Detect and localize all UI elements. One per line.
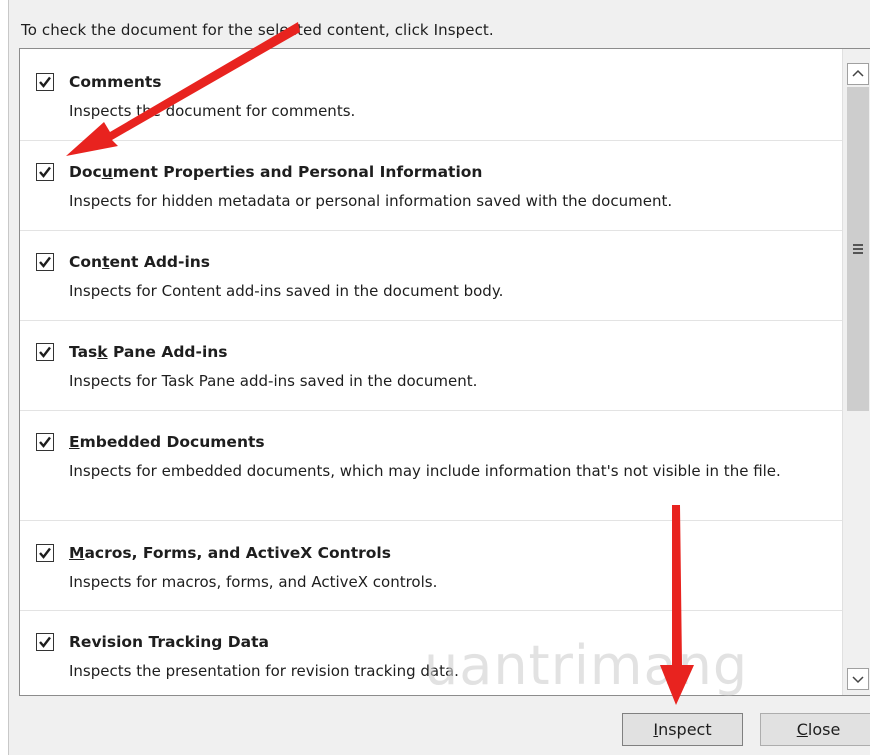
check-icon — [39, 636, 51, 648]
embedded-documents-checkbox[interactable] — [36, 433, 54, 451]
inspect-button[interactable]: Inspect — [622, 713, 743, 746]
list-item-content-addins: Content Add-ins Inspects for Content add… — [20, 231, 842, 321]
macros-checkbox[interactable] — [36, 544, 54, 562]
scroll-down-button[interactable] — [847, 668, 869, 690]
item-title: Macros, Forms, and ActiveX Controls — [69, 544, 391, 562]
content-addins-checkbox[interactable] — [36, 253, 54, 271]
document-properties-checkbox[interactable] — [36, 163, 54, 181]
chevron-down-icon — [852, 676, 864, 684]
list-item-macros: Macros, Forms, and ActiveX Controls Insp… — [20, 521, 842, 611]
check-icon — [39, 166, 51, 178]
item-description: Inspects the document for comments. — [69, 102, 356, 120]
check-icon — [39, 346, 51, 358]
task-pane-addins-checkbox[interactable] — [36, 343, 54, 361]
item-title: Content Add-ins — [69, 253, 211, 271]
check-icon — [39, 76, 51, 88]
grip-line — [853, 252, 863, 254]
revision-tracking-checkbox[interactable] — [36, 633, 54, 651]
inspection-list: Comments Inspects the document for comme… — [19, 48, 870, 696]
check-icon — [39, 436, 51, 448]
list-item-document-properties: Document Properties and Personal Informa… — [20, 141, 842, 231]
list-item-comments: Comments Inspects the document for comme… — [20, 49, 842, 141]
grip-line — [853, 244, 863, 246]
check-icon — [39, 547, 51, 559]
grip-line — [853, 248, 863, 250]
check-icon — [39, 256, 51, 268]
list-item-embedded-documents: Embedded Documents Inspects for embedded… — [20, 411, 842, 521]
scroll-thumb[interactable] — [847, 87, 869, 411]
watermark-logo: uantrimang — [424, 634, 749, 697]
item-title: Embedded Documents — [69, 433, 265, 451]
list-item-task-pane-addins: Task Pane Add-ins Inspects for Task Pane… — [20, 321, 842, 411]
item-description: Inspects for hidden metadata or personal… — [69, 192, 673, 210]
item-title: Comments — [69, 73, 162, 91]
item-description: Inspects for Content add-ins saved in th… — [69, 282, 504, 300]
item-title: Task Pane Add-ins — [69, 343, 228, 361]
scroll-up-button[interactable] — [847, 63, 869, 85]
item-title: Document Properties and Personal Informa… — [69, 163, 483, 181]
comments-checkbox[interactable] — [36, 73, 54, 91]
instruction-text: To check the document for the selected c… — [21, 21, 494, 39]
vertical-scrollbar[interactable] — [842, 49, 870, 695]
item-description: Inspects for embedded documents, which m… — [69, 462, 781, 480]
item-description: Inspects for macros, forms, and ActiveX … — [69, 573, 438, 591]
close-button[interactable]: Close — [760, 713, 870, 746]
item-title: Revision Tracking Data — [69, 633, 269, 651]
chevron-up-icon — [852, 69, 864, 77]
item-description: Inspects for Task Pane add-ins saved in … — [69, 372, 478, 390]
